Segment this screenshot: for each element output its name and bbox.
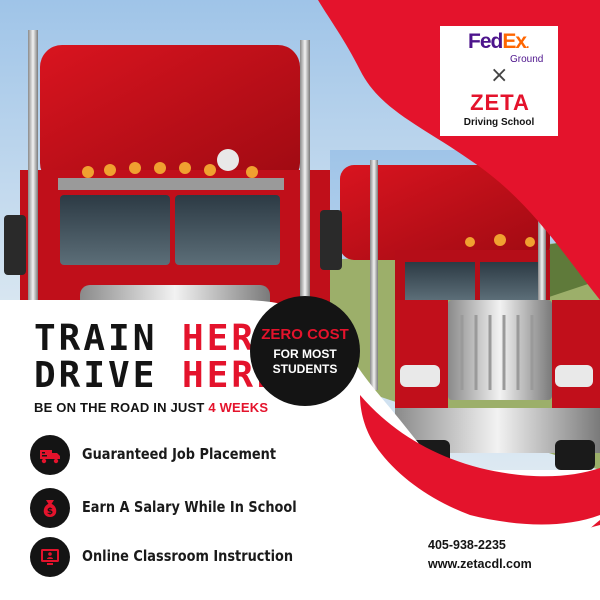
- fedex-ground-label: Ground: [510, 54, 544, 65]
- contact-info: 405-938-2235 www.zetacdl.com: [428, 536, 532, 574]
- partnership-cross: ×: [490, 63, 509, 88]
- badge-line-1: ZERO COST: [261, 326, 349, 343]
- feature-online-classroom: Online Classroom Instruction: [30, 537, 360, 577]
- subheadline-text: BE ON THE ROAD IN JUST: [34, 400, 209, 415]
- zeta-logo: ZETA: [470, 90, 530, 115]
- badge-line-2: FOR MOST: [273, 347, 337, 361]
- svg-text:$: $: [47, 507, 53, 517]
- headline-drive: DRIVE: [34, 355, 183, 396]
- feature-label: Earn A Salary While In School: [82, 498, 297, 516]
- driving-school-label: Driving School: [463, 117, 535, 128]
- truck-icon: [30, 435, 70, 475]
- money-bag-icon: $: [30, 488, 70, 528]
- front-truck: [4, 30, 342, 330]
- subheadline-highlight: 4 WEEKS: [208, 400, 269, 415]
- feature-label: Online Classroom Instruction: [82, 547, 294, 565]
- partner-logo-card: FedEx. Ground × ZETA Driving School: [440, 26, 558, 136]
- fedex-fe: Fed: [468, 30, 503, 53]
- fedex-logo: FedEx.: [468, 30, 530, 54]
- phone-number: 405-938-2235: [428, 538, 506, 552]
- fedex-dot: .: [526, 37, 530, 51]
- feature-earn-salary: $ Earn A Salary While In School: [30, 488, 360, 528]
- feature-job-placement: Guaranteed Job Placement: [30, 435, 360, 475]
- badge-line-3: STUDENTS: [272, 362, 338, 376]
- promo-flyer: FedEx. Ground × ZETA Driving School TRAI…: [0, 0, 600, 600]
- headline-train: TRAIN: [34, 318, 183, 359]
- subheadline: BE ON THE ROAD IN JUST 4 WEEKS: [34, 400, 268, 415]
- feature-label: Guaranteed Job Placement: [82, 445, 277, 463]
- online-class-icon: [30, 537, 70, 577]
- zero-cost-badge: ZERO COST FOR MOST STUDENTS: [250, 296, 360, 406]
- website-link[interactable]: www.zetacdl.com: [428, 555, 532, 574]
- fedex-ex: Ex: [502, 30, 527, 53]
